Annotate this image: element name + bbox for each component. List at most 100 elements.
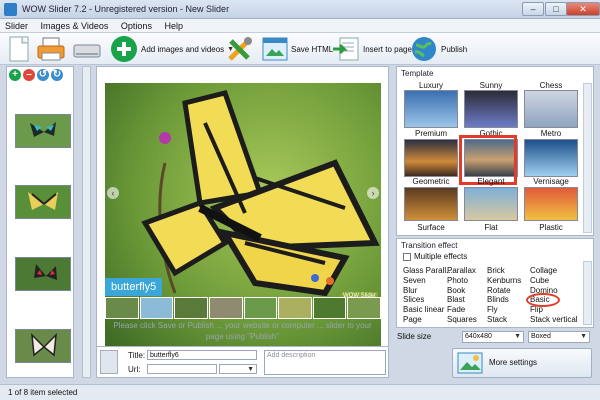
publish-label: Publish — [441, 44, 468, 54]
list-item[interactable] — [15, 329, 71, 363]
url-label: Url: — [128, 365, 141, 374]
effect-item[interactable]: Squares — [447, 315, 487, 325]
template-gothic[interactable] — [464, 90, 518, 128]
list-scrollbar[interactable] — [82, 66, 91, 378]
add-icon — [111, 36, 137, 62]
template-scrollbar[interactable] — [583, 83, 592, 233]
open-button[interactable] — [36, 34, 66, 64]
effect-item[interactable]: Blinds — [487, 295, 527, 305]
url-target-select[interactable]: ▼ — [219, 364, 257, 374]
template-name: Sunny — [479, 81, 503, 90]
status-text: 1 of 8 item selected — [8, 388, 78, 397]
effect-item[interactable]: Rotate — [487, 286, 527, 296]
title-bar: WOW Slider 7.2 - Unregistered version - … — [0, 0, 600, 19]
slide-size-select[interactable]: 640x480 ▼ — [462, 331, 524, 343]
publish-hint: Please click Save or Publish ... your we… — [96, 320, 389, 342]
effect-item[interactable]: Stack — [487, 315, 527, 325]
slide-mode-select[interactable]: Boxed ▼ — [528, 331, 590, 343]
effect-item[interactable]: Fade — [447, 305, 487, 315]
filmstrip-thumb[interactable] — [243, 297, 278, 319]
minimize-button[interactable]: – — [522, 2, 544, 16]
close-button[interactable]: ✕ — [566, 2, 600, 16]
window-title: WOW Slider 7.2 - Unregistered version - … — [22, 4, 230, 14]
new-button[interactable] — [6, 34, 32, 64]
next-arrow-icon[interactable]: › — [367, 187, 379, 199]
effect-item[interactable]: Photo — [447, 276, 487, 286]
hint-publish: "Publish" — [247, 332, 280, 341]
template-name: Flat — [484, 223, 498, 232]
selected-effect-highlight — [526, 293, 560, 307]
add-icon[interactable]: + — [9, 69, 21, 81]
menu-slider[interactable]: Slider — [0, 19, 33, 33]
tools-button[interactable] — [225, 34, 255, 64]
effect-item[interactable]: Book — [447, 286, 487, 296]
filmstrip-thumb[interactable] — [208, 297, 243, 319]
filmstrip-thumb[interactable] — [139, 297, 174, 319]
effect-item[interactable]: Slices — [403, 295, 447, 305]
url-input[interactable] — [147, 364, 217, 374]
slide-size-row: Slide size 640x480 ▼ Boxed ▼ — [396, 330, 594, 344]
effect-scrollbar[interactable] — [583, 261, 592, 325]
transition-group-label: Transition effect — [401, 241, 458, 250]
effect-item[interactable]: Cube — [530, 276, 584, 286]
template-metro[interactable] — [524, 90, 578, 128]
slide-preview-panel: butterfly5 ‹ › WOW Slider — [96, 66, 389, 359]
rotate-right-icon[interactable]: ↻ — [51, 69, 63, 81]
filmstrip-thumb[interactable] — [312, 297, 347, 319]
transition-effect-panel: Transition effect Multiple effects Glass… — [396, 238, 594, 328]
description-input[interactable]: Add description — [264, 350, 386, 375]
app-icon — [4, 3, 17, 16]
template-plastic[interactable] — [524, 187, 578, 221]
filmstrip-thumb[interactable] — [174, 297, 208, 319]
save-html-button[interactable]: Save HTML — [262, 34, 333, 64]
menu-options[interactable]: Options — [116, 19, 157, 33]
filmstrip-thumb[interactable] — [347, 297, 381, 319]
list-item[interactable] — [15, 257, 71, 291]
effect-item[interactable]: Collage — [530, 266, 584, 276]
printer-open-icon — [37, 37, 65, 61]
add-images-button[interactable]: Add images and videos ▼ — [110, 34, 234, 64]
slide-size-label: Slide size — [397, 332, 432, 341]
template-flat[interactable] — [464, 187, 518, 221]
template-surface[interactable] — [404, 187, 458, 221]
effect-item[interactable]: Page — [403, 315, 447, 325]
menu-images-videos[interactable]: Images & Videos — [36, 19, 114, 33]
list-item[interactable] — [15, 185, 71, 219]
effect-item[interactable]: Basic linear — [403, 305, 447, 315]
effect-item[interactable]: Parallax — [447, 266, 487, 276]
template-group-label: Template — [401, 69, 434, 78]
multiple-effects-checkbox[interactable] — [403, 253, 411, 261]
effect-item[interactable]: Seven — [403, 276, 447, 286]
effect-item[interactable]: Fly — [487, 305, 527, 315]
remove-icon[interactable]: – — [23, 69, 35, 81]
new-document-icon — [9, 36, 29, 62]
slide-thumb — [100, 350, 118, 374]
list-item[interactable] — [15, 114, 71, 148]
template-geometric[interactable] — [404, 139, 458, 177]
template-vernisage[interactable] — [524, 139, 578, 177]
effect-item[interactable]: Blur — [403, 286, 447, 296]
list-controls: + – ↺ ↻ — [9, 69, 63, 83]
maximize-button[interactable]: □ — [545, 2, 567, 16]
butterfly-thumbnail — [16, 330, 70, 362]
add-images-label: Add images and videos — [141, 44, 225, 54]
menu-bar: Slider Images & Videos Options Help — [0, 19, 600, 33]
effect-item[interactable]: Glass Parall... — [403, 266, 453, 276]
insert-to-page-button[interactable]: Insert to page — [332, 34, 412, 64]
effect-item[interactable]: Stack vertical — [530, 315, 584, 325]
menu-help[interactable]: Help — [159, 19, 188, 33]
filmstrip-thumb[interactable] — [105, 297, 139, 319]
template-premium[interactable] — [404, 90, 458, 128]
settings-image-icon — [457, 352, 483, 374]
effect-item[interactable]: Brick — [487, 266, 527, 276]
title-input[interactable]: butterfly6 — [147, 350, 257, 360]
more-settings-button[interactable]: More settings — [452, 348, 592, 378]
effect-column-2: Parallax Photo Book Blast Fade Squares — [447, 266, 487, 325]
publish-button[interactable]: Publish — [410, 34, 467, 64]
effect-item[interactable]: Blast — [447, 295, 487, 305]
rotate-left-icon[interactable]: ↺ — [37, 69, 49, 81]
effect-item[interactable]: Kenburns — [487, 276, 527, 286]
prev-arrow-icon[interactable]: ‹ — [107, 187, 119, 199]
save-button[interactable] — [72, 34, 102, 64]
filmstrip-thumb[interactable] — [278, 297, 312, 319]
